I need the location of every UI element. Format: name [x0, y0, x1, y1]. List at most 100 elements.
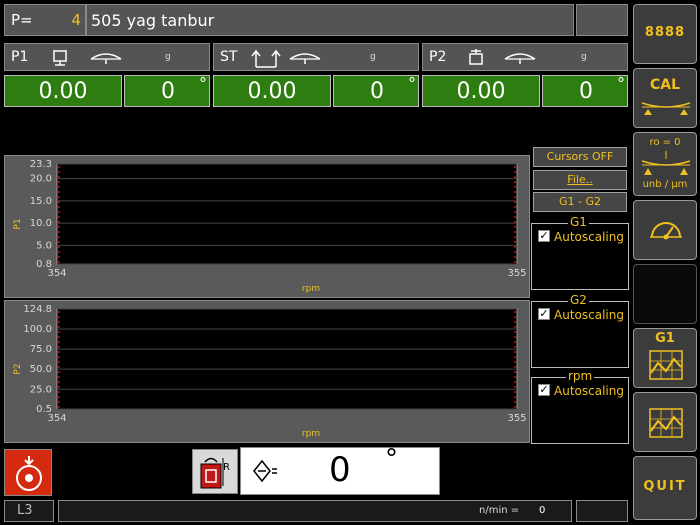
digits-button[interactable]: 8888 — [633, 4, 697, 64]
cursors-off-button[interactable]: Cursors OFF — [533, 147, 627, 167]
y-tick-label: 10.0 — [30, 218, 52, 229]
g2-groupbox: G2 ✓ Autoscaling — [531, 293, 629, 368]
cal-label: CAL — [649, 77, 681, 93]
unit-label: g — [165, 52, 171, 62]
g1-label: G1 — [655, 331, 675, 346]
rpm-autoscaling-checkbox[interactable]: ✓ — [538, 384, 550, 396]
angle-position-icon — [253, 459, 277, 483]
y-tick-label: 23.3 — [30, 159, 52, 170]
nmin-label: n/min = — [479, 505, 520, 516]
r-label: R — [223, 462, 230, 473]
degree-symbol: ° — [385, 444, 398, 474]
degree-symbol: ° — [408, 74, 416, 93]
start-button[interactable] — [4, 449, 52, 496]
quit-button[interactable]: QUIT — [633, 456, 697, 520]
status-field: L3 — [4, 500, 54, 522]
degree-symbol: ° — [617, 74, 625, 93]
channel-name: P2 — [429, 49, 447, 65]
channel-header-st[interactable]: ST g — [213, 43, 419, 71]
ro-label: ro = 0 — [649, 137, 681, 148]
rotor-icon — [641, 151, 691, 175]
g1-g2-button[interactable]: G1 - G2 — [533, 192, 627, 212]
plane-icon — [53, 50, 67, 66]
y-tick-label: 100.0 — [23, 324, 52, 335]
x-axis-label: rpm — [302, 284, 320, 294]
x-tick-label: 354 — [47, 268, 66, 279]
angle-value: 0 — [329, 450, 351, 490]
g1-autoscaling-label: Autoscaling — [554, 230, 624, 244]
g1-graph-button[interactable]: G1 — [633, 328, 697, 388]
rpm-group-title: rpm — [566, 369, 595, 383]
graph-icon — [649, 408, 683, 438]
y-axis-label: P2 — [13, 363, 23, 374]
g2-autoscaling-label: Autoscaling — [554, 308, 624, 322]
program-label: P= — [11, 11, 33, 29]
top-right-empty-field — [576, 4, 628, 36]
g1-autoscaling-checkbox[interactable]: ✓ — [538, 230, 550, 242]
quit-label: QUIT — [643, 479, 687, 494]
cal-button[interactable]: CAL — [633, 68, 697, 128]
st-angle-box: 0 ° — [333, 74, 419, 107]
channel-header-p1[interactable]: P1 g — [4, 43, 210, 71]
status-message-field: n/min = 0 — [58, 500, 572, 522]
gauge-button[interactable] — [633, 200, 697, 260]
g2-group-title: G2 — [568, 293, 589, 307]
side-spacer — [633, 264, 697, 324]
p1-angle: 0 — [161, 79, 175, 104]
unit-label: g — [581, 52, 587, 62]
plane-icon — [469, 49, 483, 65]
channel-name: ST — [220, 49, 238, 65]
y-tick-label: 5.0 — [36, 240, 52, 251]
p2-chart-panel[interactable]: 124.8 100.0 75.0 50.0 25.0 0.5 354 355 rpm P2 — [4, 300, 530, 443]
program-number: 4 — [71, 11, 81, 29]
unb-label: unb / µm — [642, 179, 688, 190]
g2-autoscaling-checkbox[interactable]: ✓ — [538, 308, 550, 320]
channel-name: P1 — [11, 49, 29, 65]
st-angle: 0 — [370, 79, 384, 104]
unbalance-icon — [289, 53, 321, 64]
p1-chart[interactable]: 23.320.015.010.05.00.8354 355rpmP1 — [5, 156, 529, 297]
p2-chart[interactable]: 124.8100.075.050.025.00.5354 355rpmP2 — [5, 301, 529, 442]
y-tick-label: 50.0 — [30, 364, 52, 375]
p1-value: 0.00 — [38, 79, 88, 104]
graph-icon — [649, 350, 683, 380]
static-arrows-icon — [251, 49, 281, 68]
rpm-groupbox: rpm ✓ Autoscaling — [531, 369, 629, 444]
y-tick-label: 15.0 — [30, 196, 52, 207]
degree-symbol: ° — [199, 74, 207, 93]
p2-value: 0.00 — [456, 79, 506, 104]
y-tick-label: 20.0 — [30, 174, 52, 185]
mode-button[interactable]: R — [192, 449, 238, 494]
channel-header-p2[interactable]: P2 g — [422, 43, 628, 71]
x-tick-label: 355 — [507, 413, 526, 424]
p1-chart-panel[interactable]: 23.3 20.0 15.0 10.0 5.0 0.8 354 355 rpm P1 — [4, 155, 530, 298]
file-button[interactable]: File.. — [533, 170, 627, 190]
unbalance-icon — [90, 53, 122, 64]
y-tick-label: 25.0 — [30, 384, 52, 395]
status-extra-field — [576, 500, 628, 522]
st-value-box: 0.00 — [213, 75, 331, 107]
ro-unb-button[interactable]: ro = 0 unb / µm — [633, 132, 697, 196]
x-tick-label: 354 — [47, 413, 66, 424]
p2-value-box: 0.00 — [422, 75, 540, 107]
p2-angle: 0 — [579, 79, 593, 104]
graph-button[interactable] — [633, 392, 697, 452]
digits-label: 8888 — [644, 25, 686, 40]
rpm-autoscaling-label: Autoscaling — [554, 384, 624, 398]
p1-value-box: 0.00 — [4, 75, 122, 107]
y-tick-label: 124.8 — [23, 304, 52, 315]
g1-groupbox: G1 ✓ Autoscaling — [531, 215, 629, 290]
program-selector[interactable]: P= 4 — [4, 4, 86, 36]
y-axis-label: P1 — [13, 218, 23, 229]
plot-area — [56, 308, 518, 410]
program-name-field[interactable]: 505 yag tanbur — [86, 4, 574, 36]
rotation-start-icon — [16, 456, 42, 491]
p1-angle-box: 0 ° — [124, 74, 210, 107]
unbalance-icon — [504, 53, 536, 64]
g1-group-title: G1 — [568, 215, 589, 229]
gauge-icon — [650, 222, 682, 240]
status-label: L3 — [17, 503, 33, 518]
p2-angle-box: 0 ° — [542, 74, 628, 107]
x-tick-label: 355 — [507, 268, 526, 279]
program-name: 505 yag tanbur — [91, 11, 215, 30]
